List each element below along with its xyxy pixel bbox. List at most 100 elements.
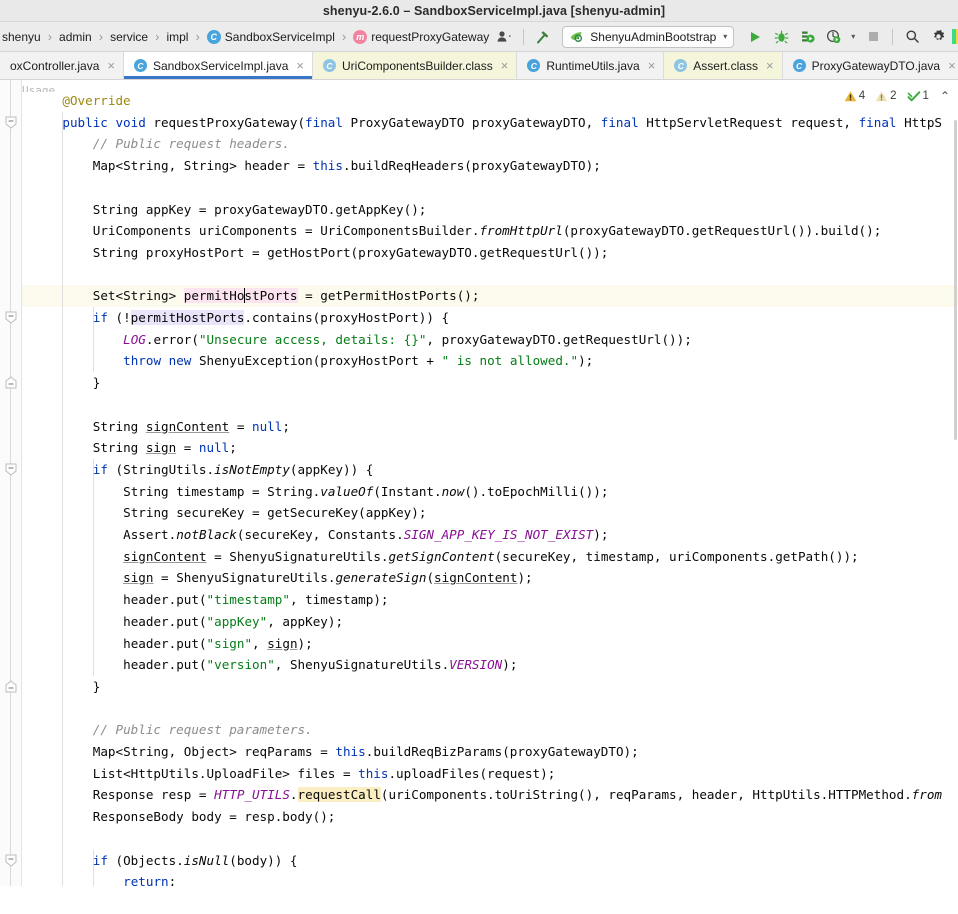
scrollbar-thumb[interactable]	[954, 120, 957, 440]
debug-icon[interactable]	[768, 25, 794, 49]
chevron-down-icon: ▾	[851, 32, 856, 41]
fold-collapse-icon[interactable]	[4, 311, 18, 324]
code-line[interactable]: if (StringUtils.isNotEmpty(appKey)) {	[93, 459, 374, 481]
main-toolbar: ShenyuAdminBootstrap ▾ ▾	[491, 25, 958, 49]
editor-tab-label: oxController.java	[10, 58, 100, 73]
code-line[interactable]: String appKey = proxyGatewayDTO.getAppKe…	[93, 199, 427, 221]
fold-collapse-icon[interactable]	[4, 463, 18, 476]
editor-tab[interactable]: oxController.java ×	[0, 52, 124, 79]
code-line[interactable]: header.put("appKey", appKey);	[123, 611, 343, 633]
fold-end-icon[interactable]	[4, 680, 18, 693]
code-line[interactable]: List<HttpUtils.UploadFile> files = this.…	[93, 763, 556, 785]
breadcrumb-separator: ›	[98, 29, 104, 44]
hammer-build-icon[interactable]	[530, 25, 556, 49]
fold-collapse-icon[interactable]	[4, 116, 18, 129]
java-class-icon: C	[674, 59, 688, 72]
code-line[interactable]: String signContent = null;	[93, 416, 290, 438]
breadcrumb-separator: ›	[155, 29, 160, 44]
breadcrumb-item-shenyu[interactable]: shenyu	[0, 29, 43, 45]
code-line[interactable]: header.put("version", ShenyuSignatureUti…	[123, 654, 517, 676]
code-editor[interactable]: 4 2 1 ⌃ Usage @Override public void reque…	[0, 80, 958, 886]
code-line[interactable]: // Public request headers.	[93, 133, 290, 155]
breadcrumb-item-sandboxserviceimpl[interactable]: C SandboxServiceImpl	[205, 29, 337, 45]
chevron-down-icon[interactable]: ▾	[723, 32, 727, 41]
inspection-widget[interactable]: 4 2 1 ⌃	[844, 86, 950, 108]
code-line[interactable]: if (!permitHostPorts.contains(proxyHostP…	[93, 307, 449, 329]
code-line[interactable]: String secureKey = getSecureKey(appKey);	[123, 502, 426, 524]
class-badge-icon: C	[206, 29, 221, 44]
code-line[interactable]: Assert.notBlack(secureKey, Constants.SIG…	[123, 524, 608, 546]
code-line[interactable]: Set<String> permitHostPorts = getPermitH…	[93, 285, 479, 307]
profiler-dropdown-caret[interactable]: ▾	[846, 25, 860, 49]
breadcrumb-separator: ›	[195, 29, 200, 44]
stop-icon[interactable]	[860, 25, 886, 49]
code-line[interactable]: LOG.error("Unsecure access, details: {}"…	[123, 329, 692, 351]
profiler-icon[interactable]	[820, 25, 846, 49]
code-line[interactable]: if (Objects.isNull(body)) {	[93, 850, 298, 872]
code-line[interactable]: UriComponents uriComponents = UriCompone…	[93, 220, 882, 242]
code-line[interactable]: }	[93, 676, 101, 698]
close-icon[interactable]: ×	[501, 58, 509, 73]
code-line[interactable]: return;	[123, 871, 176, 886]
editor-tab[interactable]: C UriComponentsBuilder.class ×	[312, 52, 518, 79]
editor-tab-label: Assert.class	[693, 58, 758, 73]
close-icon[interactable]: ×	[296, 58, 304, 73]
toolbar-divider-2	[892, 28, 894, 45]
search-icon[interactable]	[899, 25, 925, 49]
editor-tab[interactable]: C Assert.class ×	[664, 52, 783, 79]
editor-tab[interactable]: C RuntimeUtils.java ×	[517, 52, 665, 79]
weak-warning-count-group[interactable]: 2	[875, 86, 897, 108]
warning-count-group[interactable]: 4	[844, 86, 865, 108]
code-line[interactable]: header.put("timestamp", timestamp);	[123, 589, 388, 611]
breadcrumb-item-admin[interactable]: admin	[57, 29, 94, 45]
code-line[interactable]: String timestamp = String.valueOf(Instan…	[123, 481, 608, 503]
close-icon[interactable]: ×	[766, 58, 774, 73]
close-icon[interactable]: ×	[648, 58, 656, 73]
fold-end-icon[interactable]	[4, 376, 18, 389]
breadcrumb-item-service[interactable]: service	[108, 29, 150, 45]
run-coverage-icon[interactable]	[794, 25, 820, 49]
code-line[interactable]: Map<String, String> header = this.buildR…	[93, 155, 601, 177]
editor-vertical-scrollbar[interactable]	[953, 80, 958, 886]
inspection-checkmark-icon	[907, 91, 920, 102]
weak-warning-count: 2	[890, 90, 897, 102]
code-line[interactable]: String sign = null;	[93, 437, 237, 459]
code-line[interactable]: sign = ShenyuSignatureUtils.generateSign…	[123, 567, 533, 589]
code-content-area[interactable]: Usage @Override public void requestProxyG…	[22, 80, 958, 886]
code-line[interactable]: throw new ShenyuException(proxyHostPort …	[123, 350, 593, 372]
run-configuration-selector[interactable]: ShenyuAdminBootstrap ▾	[562, 25, 735, 48]
editor-fold-gutter[interactable]	[0, 80, 22, 886]
java-class-icon: C	[322, 59, 336, 72]
app-color-icon[interactable]	[951, 25, 958, 49]
run-icon[interactable]	[742, 25, 768, 49]
close-icon[interactable]: ×	[948, 58, 956, 73]
code-line[interactable]: Response resp = HTTP_UTILS.requestCall(u…	[93, 784, 942, 806]
warning-count: 4	[858, 90, 866, 102]
settings-gear-icon[interactable]	[925, 25, 951, 49]
breadcrumb-item-label: requestProxyGateway	[371, 29, 490, 44]
code-line[interactable]: }	[93, 372, 101, 394]
chevron-up-icon[interactable]: ⌃	[940, 86, 950, 108]
code-line[interactable]: // Public request parameters.	[93, 719, 313, 741]
code-line[interactable]: public void requestProxyGateway(final Pr…	[62, 112, 942, 134]
code-line[interactable]: String proxyHostPort = getHostPort(proxy…	[93, 242, 609, 264]
user-profile-icon[interactable]	[491, 25, 517, 49]
indent-guide	[62, 111, 64, 886]
code-line[interactable]: @Override	[62, 90, 130, 112]
method-badge-icon: m	[353, 29, 368, 44]
code-line[interactable]: header.put("sign", sign);	[123, 633, 313, 655]
fold-collapse-icon[interactable]	[4, 854, 18, 867]
inspection-check-group[interactable]: 1	[907, 86, 929, 108]
editor-tab-label: ProxyGatewayDTO.java	[811, 58, 941, 73]
breadcrumb-item-label: shenyu	[2, 29, 41, 44]
code-line[interactable]: ResponseBody body = resp.body();	[93, 806, 336, 828]
close-icon[interactable]: ×	[107, 58, 115, 73]
code-line[interactable]: signContent = ShenyuSignatureUtils.getSi…	[123, 546, 859, 568]
breadcrumb-item-requestproxygateway[interactable]: m requestProxyGateway	[351, 29, 491, 45]
breadcrumb-item-impl[interactable]: impl	[164, 29, 190, 45]
editor-tab[interactable]: C ProxyGatewayDTO.java ×	[783, 52, 958, 79]
java-class-icon: C	[527, 59, 541, 72]
breadcrumb-item-label: service	[110, 29, 149, 44]
code-line[interactable]: Map<String, Object> reqParams = this.bui…	[93, 741, 639, 763]
editor-tab[interactable]: C SandboxServiceImpl.java ×	[123, 52, 313, 79]
